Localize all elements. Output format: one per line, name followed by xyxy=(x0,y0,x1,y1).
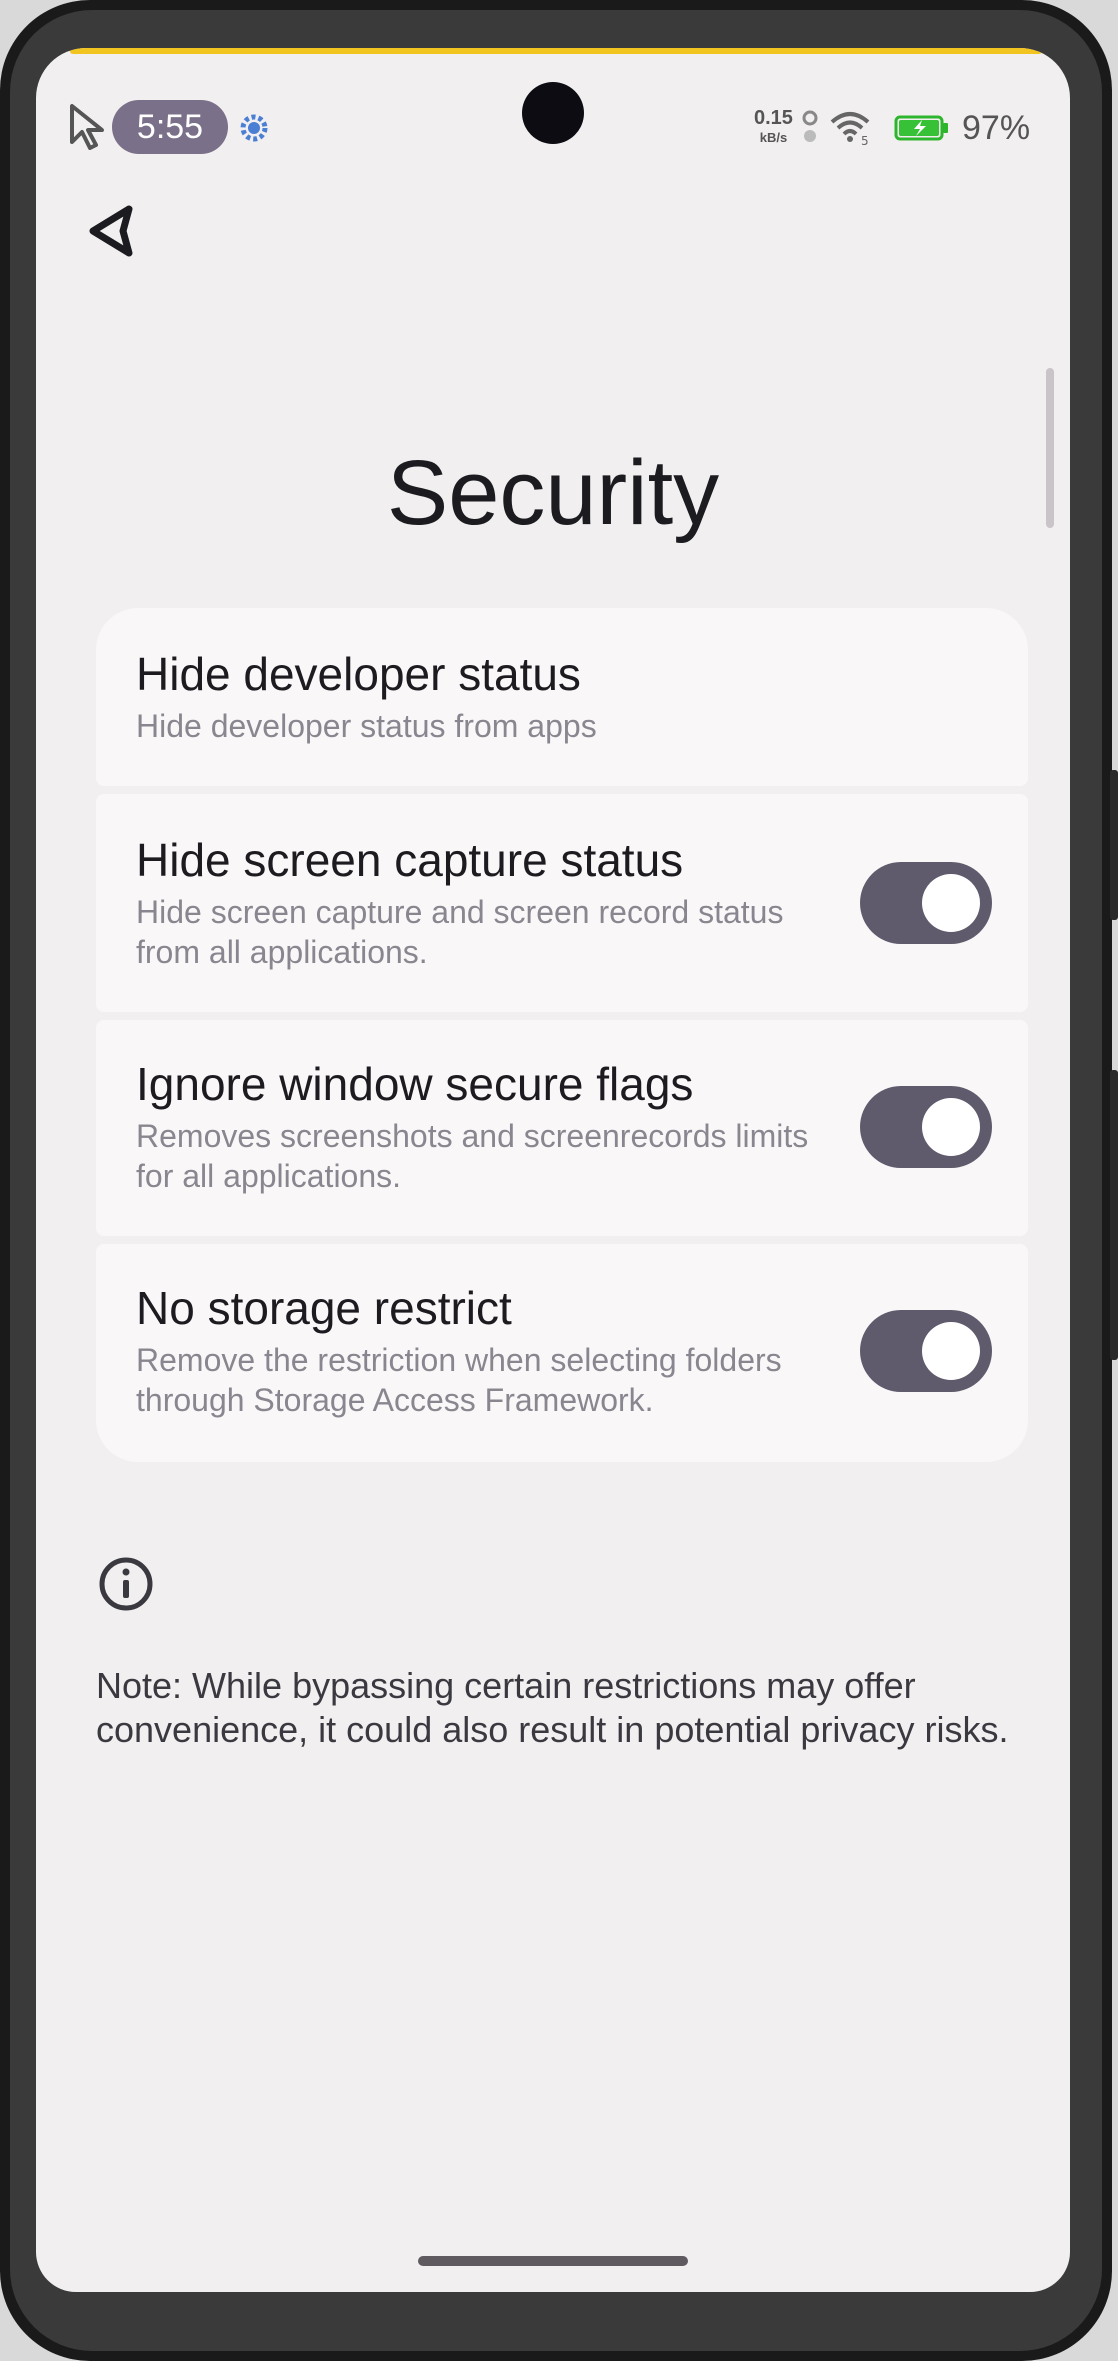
back-arrow-icon xyxy=(89,205,133,257)
setting-hide-screen-capture-status[interactable]: Hide screen capture status Hide screen c… xyxy=(96,794,1028,1012)
data-arrows-icon xyxy=(802,110,818,142)
side-button-top xyxy=(1110,770,1118,920)
setting-title: No storage restrict xyxy=(136,1282,512,1334)
battery-icon xyxy=(894,115,948,141)
page-title: Security xyxy=(386,442,720,544)
back-button[interactable] xyxy=(76,196,146,266)
setting-title: Ignore window secure flags xyxy=(136,1058,694,1110)
toggle-knob xyxy=(922,874,980,932)
setting-description: Removes screenshots and screenrecords li… xyxy=(136,1118,809,1194)
setting-title: Hide developer status xyxy=(136,648,581,700)
cursor-icon xyxy=(70,104,104,150)
toggle-knob xyxy=(922,1322,980,1380)
setting-hide-developer-status[interactable]: Hide developer status Hide developer sta… xyxy=(96,608,1028,786)
privacy-note: Note: While bypassing certain restrictio… xyxy=(96,1665,1009,1750)
network-speed: 0.15 kB/s xyxy=(754,108,793,148)
setting-description: Hide screen capture and screen record st… xyxy=(136,894,784,970)
setting-no-storage-restrict[interactable]: No storage restrict Remove the restricti… xyxy=(96,1244,1028,1462)
info-icon xyxy=(99,1557,153,1611)
wifi-icon: 5 xyxy=(830,112,870,146)
home-indicator[interactable] xyxy=(418,2256,688,2266)
toggle-switch[interactable] xyxy=(860,1310,992,1392)
setting-title: Hide screen capture status xyxy=(136,834,684,886)
status-time: 5:55 xyxy=(112,100,228,154)
battery-percent: 97% xyxy=(962,109,1031,147)
toggle-switch[interactable] xyxy=(860,1086,992,1168)
toggle-knob xyxy=(922,1098,980,1156)
network-speed-value: 0.15 xyxy=(754,107,793,129)
front-camera xyxy=(522,82,584,144)
toggle-switch[interactable] xyxy=(860,862,992,944)
network-speed-unit: kB/s xyxy=(759,130,788,145)
setting-description: Hide developer status from apps xyxy=(136,708,597,744)
gear-icon xyxy=(240,114,268,142)
wifi-badge: 5 xyxy=(861,134,869,146)
setting-ignore-window-secure-flags[interactable]: Ignore window secure flags Removes scree… xyxy=(96,1020,1028,1236)
screen: 5:55 0.15 kB/s 5 97% Security Hide devel… xyxy=(36,48,1070,2292)
setting-description: Remove the restriction when selecting fo… xyxy=(136,1342,782,1418)
accent-line xyxy=(70,48,1042,54)
status-bar: 5:55 0.15 kB/s 5 97% xyxy=(36,72,1070,162)
side-button-bottom xyxy=(1110,1070,1118,1360)
